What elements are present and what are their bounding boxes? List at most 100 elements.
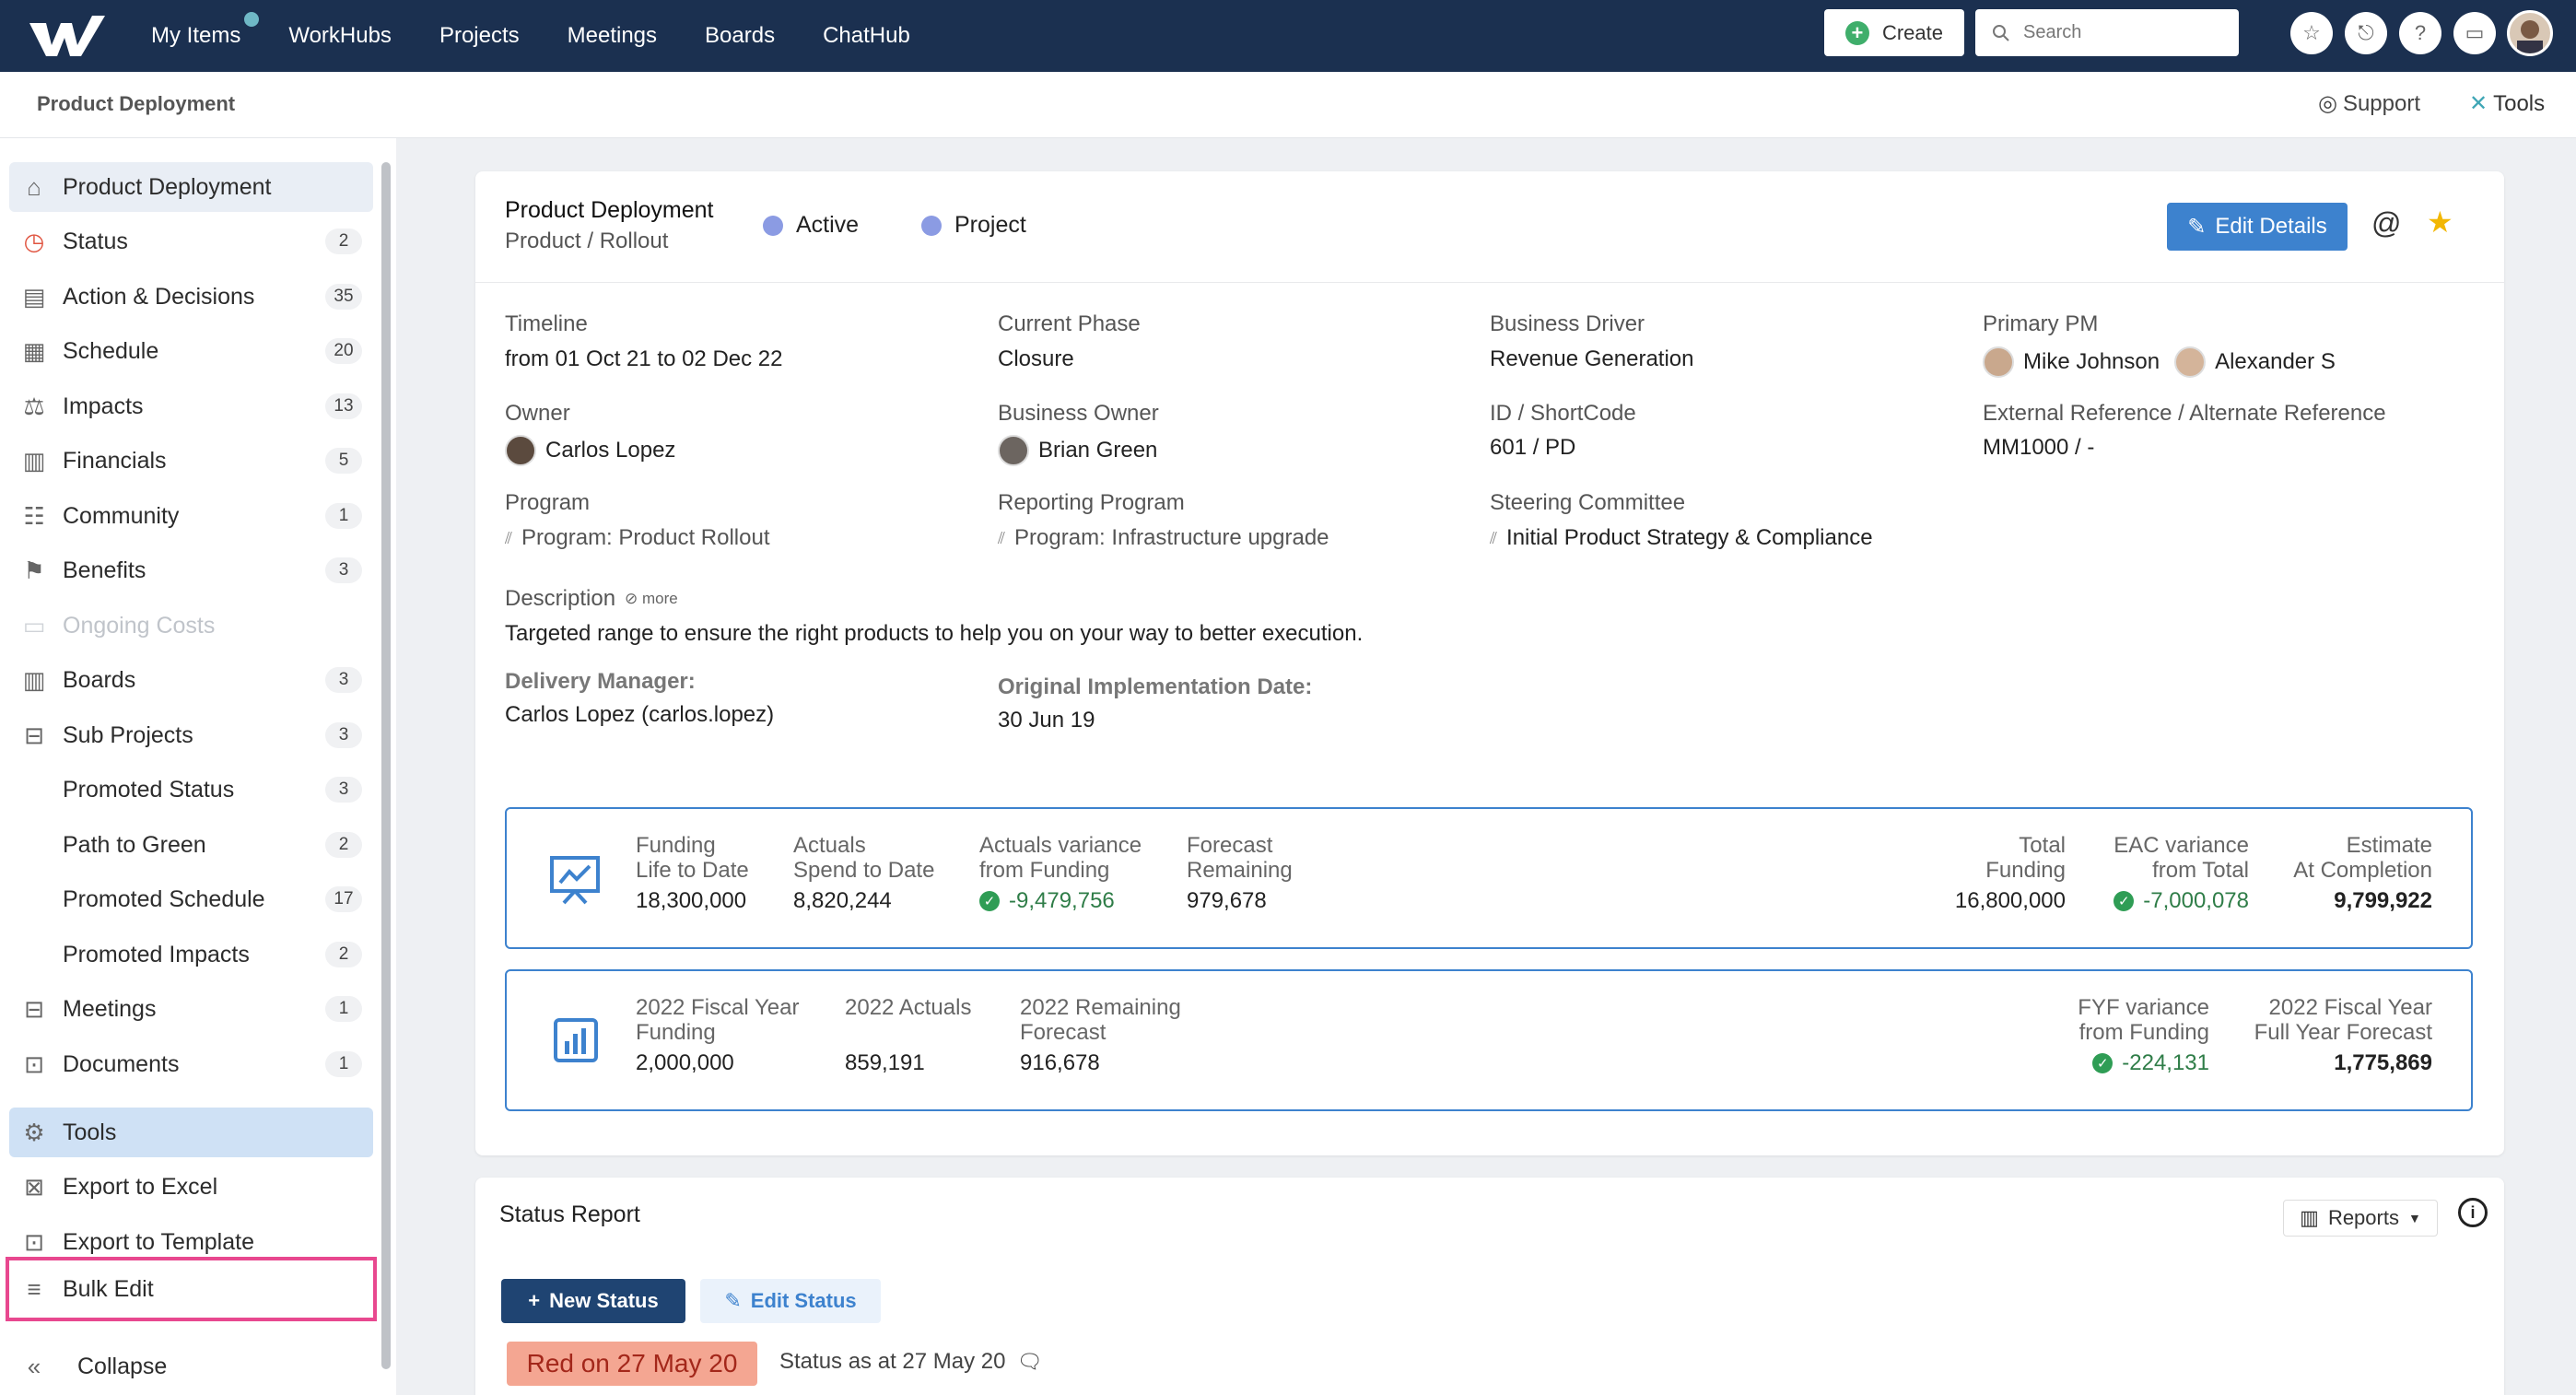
project-detail-card: Product Deployment Product / Rollout Act… xyxy=(475,171,2504,1155)
sidebar-item-product-deployment[interactable]: ⌂ Product Deployment xyxy=(9,162,373,212)
excel-icon: ⊠ xyxy=(24,1172,44,1201)
reporting-program-label: Reporting Program xyxy=(998,490,1185,515)
meeting-icon: ⊟ xyxy=(24,994,44,1023)
sidebar-item-community[interactable]: ☷ Community 1 xyxy=(9,491,373,541)
nav-chathub[interactable]: ChatHub xyxy=(823,23,910,49)
sidebar-item-promoted-impacts[interactable]: Promoted Impacts 2 xyxy=(9,930,373,979)
eac-variance-label: EAC variance from Total xyxy=(2113,833,2249,883)
caret-down-icon: ▼ xyxy=(2407,1211,2421,1225)
calendar-icon: ▦ xyxy=(22,336,46,365)
steering-link[interactable]: ⫽ Initial Product Strategy & Compliance xyxy=(1490,525,1873,551)
search-input[interactable]: Search xyxy=(1975,9,2239,56)
id-value: 601 / PD xyxy=(1490,435,1576,460)
expand-more-link[interactable]: ⊘ more xyxy=(625,590,678,608)
fy-forecast-value: 1,775,869 xyxy=(2334,1050,2432,1075)
sidebar-item-meetings[interactable]: ⊟ Meetings 1 xyxy=(9,984,373,1034)
new-status-button[interactable]: + New Status xyxy=(501,1279,685,1323)
sidebar-item-label: Schedule xyxy=(63,337,159,364)
pm-name[interactable]: Mike Johnson xyxy=(2023,349,2160,375)
edit-status-button[interactable]: ✎ Edit Status xyxy=(700,1279,881,1323)
sidebar-item-label: Promoted Schedule xyxy=(63,885,265,912)
pencil-icon: ✎ xyxy=(724,1289,742,1312)
description-label: Description ⊘ more xyxy=(505,586,678,611)
pm-name[interactable]: Alexander S xyxy=(2215,349,2336,375)
sidebar-item-schedule[interactable]: ▦ Schedule 20 xyxy=(9,326,373,376)
columns-icon: ▥ xyxy=(22,665,46,694)
count-badge: 2 xyxy=(325,832,362,858)
sidebar-item-boards[interactable]: ▥ Boards 3 xyxy=(9,655,373,705)
count-badge: 3 xyxy=(325,777,362,803)
document-icon: ⊡ xyxy=(24,1049,44,1078)
user-avatar[interactable] xyxy=(2507,10,2553,56)
pm-value: Mike Johnson Alexander S xyxy=(1983,346,2336,378)
favorite-star-icon[interactable]: ★ xyxy=(2427,205,2453,240)
sidebar-item-action-decisions[interactable]: ▤ Action & Decisions 35 xyxy=(9,272,373,322)
program-link[interactable]: ⫽ Program: Product Rollout xyxy=(505,525,769,551)
sidebar-item-ongoing-costs: ▭ Ongoing Costs xyxy=(9,601,373,651)
sidebar-item-label: Promoted Status xyxy=(63,776,235,803)
sidebar-item-tools[interactable]: ⚙ Tools xyxy=(9,1108,373,1157)
program-label: Program xyxy=(505,490,591,515)
total-funding-value: 16,800,000 xyxy=(1954,888,2066,913)
support-icon: ◎ xyxy=(2318,91,2337,116)
timeline-label: Timeline xyxy=(505,311,588,336)
logout-icon[interactable]: ⎋ xyxy=(2345,12,2387,54)
sidebar-item-label: Product Deployment xyxy=(63,173,272,200)
help-icon[interactable]: ? xyxy=(2399,12,2441,54)
sidebar-item-label: Export to Excel xyxy=(63,1173,218,1200)
sidebar-item-status[interactable]: ◷ Status 2 xyxy=(9,217,373,266)
original-date-value: 30 Jun 19 xyxy=(998,708,1095,733)
sidebar-item-benefits[interactable]: ⚑ Benefits 3 xyxy=(9,545,373,595)
sidebar-item-financials[interactable]: ▥ Financials 5 xyxy=(9,436,373,486)
link-icon: ⫽ xyxy=(1490,528,1498,547)
sidebar-item-sub-projects[interactable]: ⊟ Sub Projects 3 xyxy=(9,710,373,760)
nav-boards[interactable]: Boards xyxy=(705,23,775,49)
tools-link[interactable]: ✕ Tools xyxy=(2469,90,2545,117)
fy-actuals-label: 2022 Actuals xyxy=(845,995,972,1020)
type-badge: Project xyxy=(921,212,1026,239)
sidebar-item-label: Financials xyxy=(63,447,167,474)
comment-icon[interactable]: 🗨 xyxy=(1016,1350,1042,1374)
funding-ltd-label: Funding Life to Date xyxy=(636,833,749,883)
sidebar-item-label: Boards xyxy=(63,666,136,693)
sidebar-item-export-template[interactable]: ⊡ Export to Template xyxy=(9,1217,373,1267)
nav-projects[interactable]: Projects xyxy=(439,23,520,49)
link-icon: ⫽ xyxy=(998,528,1006,547)
sidebar-item-promoted-schedule[interactable]: Promoted Schedule 17 xyxy=(9,874,373,924)
mention-icon[interactable]: @ xyxy=(2371,206,2401,240)
favorites-star-icon[interactable]: ☆ xyxy=(2290,12,2333,54)
sidebar-scrollbar[interactable] xyxy=(381,162,391,1369)
sidebar-item-path-to-green[interactable]: Path to Green 2 xyxy=(9,820,373,870)
sidebar-item-export-excel[interactable]: ⊠ Export to Excel xyxy=(9,1162,373,1212)
sidebar-item-label: Impacts xyxy=(63,393,144,419)
create-button[interactable]: + Create xyxy=(1824,9,1964,56)
support-link[interactable]: ◎ Support xyxy=(2318,90,2420,117)
app-logo[interactable] xyxy=(26,8,109,64)
reporting-program-link[interactable]: ⫽ Program: Infrastructure upgrade xyxy=(998,525,1329,551)
people-icon: ☷ xyxy=(23,501,45,530)
breadcrumb[interactable]: Product Deployment xyxy=(37,92,235,116)
nav-workhubs[interactable]: WorkHubs xyxy=(288,23,392,49)
avatar[interactable] xyxy=(2174,346,2207,378)
reports-dropdown[interactable]: ▥ Reports ▼ xyxy=(2283,1200,2438,1237)
project-title: Product Deployment xyxy=(505,197,714,223)
count-badge: 3 xyxy=(325,667,362,693)
avatar[interactable] xyxy=(998,435,1029,466)
chat-icon[interactable]: ▭ xyxy=(2453,12,2496,54)
sidebar-item-impacts[interactable]: ⚖ Impacts 13 xyxy=(9,381,373,431)
info-icon[interactable]: i xyxy=(2458,1198,2488,1227)
sidebar-item-promoted-status[interactable]: Promoted Status 3 xyxy=(9,765,373,815)
tools-label: Tools xyxy=(2493,90,2546,116)
avatar[interactable] xyxy=(505,435,536,466)
chart-icon: ▥ xyxy=(22,446,46,475)
sidebar-item-bulk-edit[interactable]: ≡ Bulk Edit xyxy=(6,1257,377,1321)
nav-my-items[interactable]: My Items xyxy=(151,10,262,49)
avatar[interactable] xyxy=(1983,346,2014,378)
link-icon: ⫽ xyxy=(505,528,513,547)
sidebar-item-documents[interactable]: ⊡ Documents 1 xyxy=(9,1039,373,1089)
gear-icon: ⚙ xyxy=(23,1118,45,1146)
collapse-button[interactable]: « Collapse xyxy=(9,1342,373,1391)
edit-details-button[interactable]: ✎ Edit Details xyxy=(2167,203,2348,251)
nav-meetings[interactable]: Meetings xyxy=(568,23,657,49)
divider xyxy=(475,282,2504,283)
